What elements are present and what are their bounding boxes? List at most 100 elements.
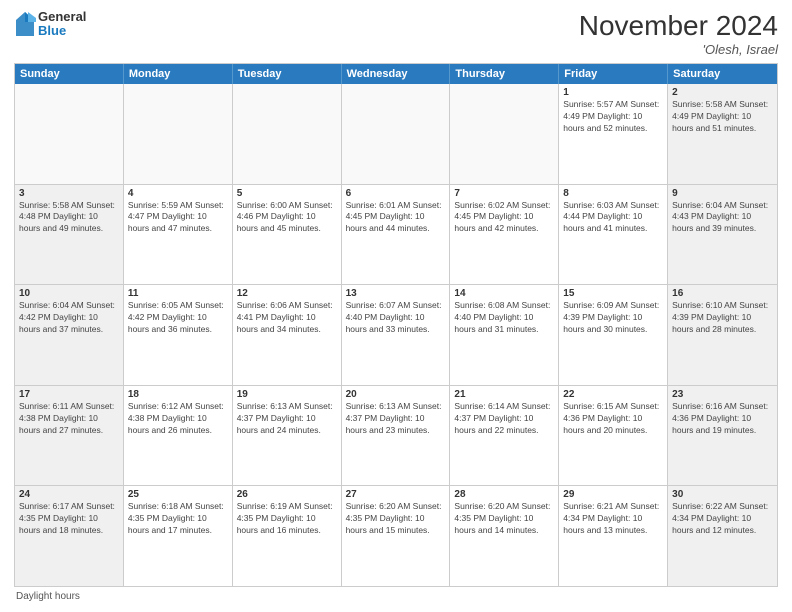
calendar-cell: 23Sunrise: 6:16 AM Sunset: 4:36 PM Dayli… [668,386,777,486]
calendar-cell: 7Sunrise: 6:02 AM Sunset: 4:45 PM Daylig… [450,185,559,285]
day-info: Sunrise: 5:57 AM Sunset: 4:49 PM Dayligh… [563,99,663,135]
day-info: Sunrise: 5:58 AM Sunset: 4:48 PM Dayligh… [19,200,119,236]
calendar-cell: 22Sunrise: 6:15 AM Sunset: 4:36 PM Dayli… [559,386,668,486]
weekday-header: Wednesday [342,64,451,84]
calendar-cell [450,84,559,184]
day-number: 20 [346,389,446,400]
day-number: 30 [672,489,773,500]
day-info: Sunrise: 6:04 AM Sunset: 4:43 PM Dayligh… [672,200,773,236]
day-number: 23 [672,389,773,400]
day-info: Sunrise: 6:13 AM Sunset: 4:37 PM Dayligh… [237,401,337,437]
calendar-cell: 18Sunrise: 6:12 AM Sunset: 4:38 PM Dayli… [124,386,233,486]
day-info: Sunrise: 6:15 AM Sunset: 4:36 PM Dayligh… [563,401,663,437]
day-number: 17 [19,389,119,400]
title-block: November 2024 'Olesh, Israel [579,10,778,57]
day-number: 22 [563,389,663,400]
day-info: Sunrise: 6:10 AM Sunset: 4:39 PM Dayligh… [672,300,773,336]
day-number: 12 [237,288,337,299]
calendar-cell [15,84,124,184]
day-info: Sunrise: 6:20 AM Sunset: 4:35 PM Dayligh… [346,501,446,537]
day-info: Sunrise: 6:22 AM Sunset: 4:34 PM Dayligh… [672,501,773,537]
calendar-cell: 15Sunrise: 6:09 AM Sunset: 4:39 PM Dayli… [559,285,668,385]
weekday-header: Sunday [15,64,124,84]
day-number: 4 [128,188,228,199]
calendar-row: 17Sunrise: 6:11 AM Sunset: 4:38 PM Dayli… [15,385,777,486]
calendar-cell: 8Sunrise: 6:03 AM Sunset: 4:44 PM Daylig… [559,185,668,285]
day-info: Sunrise: 6:11 AM Sunset: 4:38 PM Dayligh… [19,401,119,437]
day-info: Sunrise: 6:19 AM Sunset: 4:35 PM Dayligh… [237,501,337,537]
day-info: Sunrise: 6:12 AM Sunset: 4:38 PM Dayligh… [128,401,228,437]
day-info: Sunrise: 5:58 AM Sunset: 4:49 PM Dayligh… [672,99,773,135]
calendar-row: 24Sunrise: 6:17 AM Sunset: 4:35 PM Dayli… [15,485,777,586]
day-info: Sunrise: 6:09 AM Sunset: 4:39 PM Dayligh… [563,300,663,336]
calendar-cell: 21Sunrise: 6:14 AM Sunset: 4:37 PM Dayli… [450,386,559,486]
calendar-cell: 3Sunrise: 5:58 AM Sunset: 4:48 PM Daylig… [15,185,124,285]
calendar-cell: 4Sunrise: 5:59 AM Sunset: 4:47 PM Daylig… [124,185,233,285]
day-info: Sunrise: 6:07 AM Sunset: 4:40 PM Dayligh… [346,300,446,336]
weekday-header: Thursday [450,64,559,84]
day-number: 24 [19,489,119,500]
calendar-cell: 19Sunrise: 6:13 AM Sunset: 4:37 PM Dayli… [233,386,342,486]
calendar-cell: 20Sunrise: 6:13 AM Sunset: 4:37 PM Dayli… [342,386,451,486]
calendar-cell [124,84,233,184]
logo: General Blue [14,10,86,39]
calendar-cell: 24Sunrise: 6:17 AM Sunset: 4:35 PM Dayli… [15,486,124,586]
header: General Blue November 2024 'Olesh, Israe… [14,10,778,57]
day-number: 1 [563,87,663,98]
weekday-header: Tuesday [233,64,342,84]
calendar-cell: 5Sunrise: 6:00 AM Sunset: 4:46 PM Daylig… [233,185,342,285]
page: General Blue November 2024 'Olesh, Israe… [0,0,792,612]
calendar-header: SundayMondayTuesdayWednesdayThursdayFrid… [15,64,777,84]
day-info: Sunrise: 6:06 AM Sunset: 4:41 PM Dayligh… [237,300,337,336]
calendar-cell: 10Sunrise: 6:04 AM Sunset: 4:42 PM Dayli… [15,285,124,385]
day-info: Sunrise: 6:08 AM Sunset: 4:40 PM Dayligh… [454,300,554,336]
calendar-cell [233,84,342,184]
day-number: 15 [563,288,663,299]
day-number: 27 [346,489,446,500]
day-info: Sunrise: 6:18 AM Sunset: 4:35 PM Dayligh… [128,501,228,537]
logo-blue-text: Blue [38,24,86,38]
day-info: Sunrise: 6:17 AM Sunset: 4:35 PM Dayligh… [19,501,119,537]
footer-note: Daylight hours [14,591,778,602]
calendar-cell: 13Sunrise: 6:07 AM Sunset: 4:40 PM Dayli… [342,285,451,385]
calendar-cell: 25Sunrise: 6:18 AM Sunset: 4:35 PM Dayli… [124,486,233,586]
calendar-cell: 11Sunrise: 6:05 AM Sunset: 4:42 PM Dayli… [124,285,233,385]
day-number: 29 [563,489,663,500]
day-info: Sunrise: 6:04 AM Sunset: 4:42 PM Dayligh… [19,300,119,336]
calendar-cell: 29Sunrise: 6:21 AM Sunset: 4:34 PM Dayli… [559,486,668,586]
day-info: Sunrise: 6:02 AM Sunset: 4:45 PM Dayligh… [454,200,554,236]
day-info: Sunrise: 6:13 AM Sunset: 4:37 PM Dayligh… [346,401,446,437]
day-number: 11 [128,288,228,299]
day-number: 5 [237,188,337,199]
day-info: Sunrise: 6:01 AM Sunset: 4:45 PM Dayligh… [346,200,446,236]
weekday-header: Saturday [668,64,777,84]
day-info: Sunrise: 6:16 AM Sunset: 4:36 PM Dayligh… [672,401,773,437]
day-info: Sunrise: 5:59 AM Sunset: 4:47 PM Dayligh… [128,200,228,236]
logo-icon [14,10,36,38]
day-info: Sunrise: 6:14 AM Sunset: 4:37 PM Dayligh… [454,401,554,437]
calendar-cell: 12Sunrise: 6:06 AM Sunset: 4:41 PM Dayli… [233,285,342,385]
calendar-cell: 1Sunrise: 5:57 AM Sunset: 4:49 PM Daylig… [559,84,668,184]
calendar-cell: 2Sunrise: 5:58 AM Sunset: 4:49 PM Daylig… [668,84,777,184]
weekday-header: Friday [559,64,668,84]
calendar-row: 1Sunrise: 5:57 AM Sunset: 4:49 PM Daylig… [15,84,777,184]
daylight-label: Daylight hours [16,591,80,602]
month-title: November 2024 [579,10,778,42]
day-number: 6 [346,188,446,199]
day-info: Sunrise: 6:20 AM Sunset: 4:35 PM Dayligh… [454,501,554,537]
calendar-cell [342,84,451,184]
day-number: 9 [672,188,773,199]
day-number: 26 [237,489,337,500]
day-number: 10 [19,288,119,299]
day-number: 14 [454,288,554,299]
weekday-header: Monday [124,64,233,84]
calendar-cell: 9Sunrise: 6:04 AM Sunset: 4:43 PM Daylig… [668,185,777,285]
day-number: 8 [563,188,663,199]
calendar-cell: 26Sunrise: 6:19 AM Sunset: 4:35 PM Dayli… [233,486,342,586]
day-info: Sunrise: 6:00 AM Sunset: 4:46 PM Dayligh… [237,200,337,236]
day-number: 2 [672,87,773,98]
day-info: Sunrise: 6:03 AM Sunset: 4:44 PM Dayligh… [563,200,663,236]
day-number: 3 [19,188,119,199]
calendar-cell: 16Sunrise: 6:10 AM Sunset: 4:39 PM Dayli… [668,285,777,385]
logo-text: General Blue [38,10,86,39]
